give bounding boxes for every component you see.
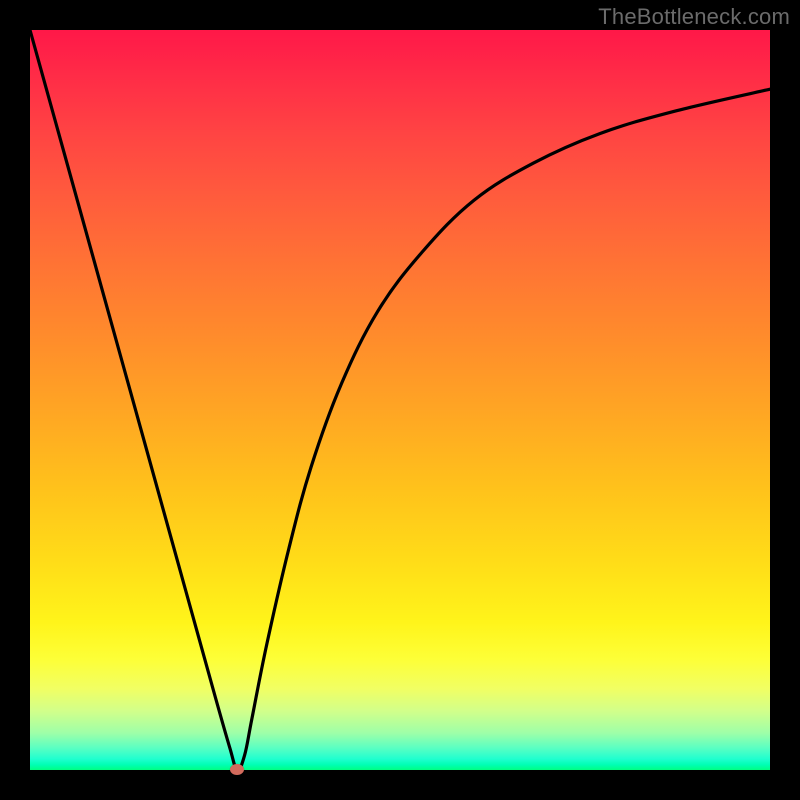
bottleneck-curve — [30, 30, 770, 770]
curve-svg — [30, 30, 770, 770]
chart-container: TheBottleneck.com — [0, 0, 800, 800]
min-marker — [230, 764, 244, 775]
watermark-text: TheBottleneck.com — [598, 4, 790, 30]
plot-area — [30, 30, 770, 770]
